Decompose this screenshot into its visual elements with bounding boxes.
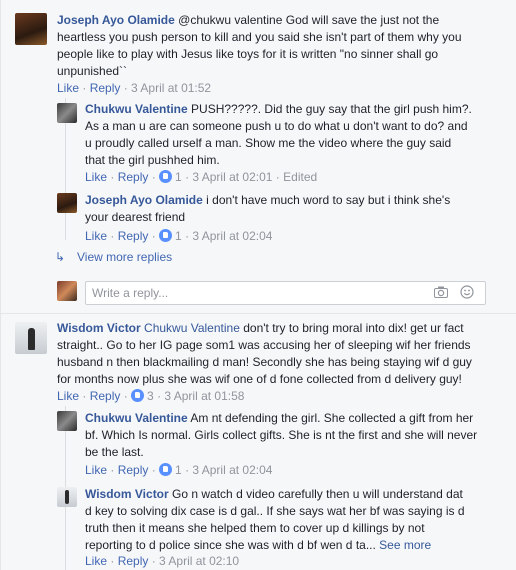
reply-author[interactable]: Joseph Ayo Olamide (85, 193, 203, 207)
reply-link[interactable]: Reply (90, 389, 121, 403)
reply-arrow-icon: ↳ (55, 250, 66, 264)
reaction-count[interactable]: 1 (159, 170, 182, 184)
reaction-number: 1 (175, 463, 182, 477)
avatar[interactable] (15, 13, 47, 45)
reply-line: that the girl pushhed him. (85, 153, 220, 167)
reply-line: reporting to d police since she was with… (85, 538, 376, 552)
reply-input-placeholder: Write a reply... (92, 286, 169, 300)
reply-line: d key to solving dix case is d gal.. If … (85, 504, 465, 518)
reply-line: truth then it means she helped them to c… (85, 521, 425, 535)
timestamp[interactable]: 3 April at 01:58 (164, 389, 244, 403)
reply-line: Go n watch d video carefully then u will… (172, 487, 463, 501)
reaction-count[interactable]: 1 (159, 229, 182, 243)
timestamp[interactable]: 3 April at 01:52 (131, 81, 211, 95)
comment-line: unpunished`` (57, 64, 128, 78)
reaction-number: 3 (147, 389, 154, 403)
reply-author[interactable]: Wisdom Victor (85, 487, 169, 501)
comment-author[interactable]: Joseph Ayo Olamide (57, 13, 175, 27)
comments-panel: Joseph Ayo Olamide @chukwu valentine God… (0, 0, 516, 570)
reply-author[interactable]: Chukwu Valentine (85, 102, 188, 116)
reaction-count[interactable]: 3 (131, 389, 154, 403)
like-link[interactable]: Like (85, 170, 107, 184)
reply-input[interactable]: Write a reply... (85, 281, 486, 305)
avatar[interactable] (57, 411, 77, 431)
reply-line: PUSH?????. Did the guy say that the girl… (191, 102, 472, 116)
avatar[interactable] (57, 487, 77, 507)
like-link[interactable]: Like (85, 463, 107, 477)
reply-actions: Like · Reply · 1 · 3 April at 02:04 (85, 463, 273, 477)
emoji-icon[interactable] (460, 285, 474, 299)
comment-line: people like to play with Jesus like toys… (57, 47, 439, 61)
comment-actions: Like · Reply · 3 April at 01:52 (57, 81, 212, 95)
comment-actions: Like · Reply · 3 · 3 April at 01:58 (57, 389, 245, 403)
reply-line: your dearest friend (85, 210, 186, 224)
reply-line: bf. Which Is normal. Girls collect gifts… (85, 428, 478, 442)
reply-text: Wisdom Victor Go n watch d video careful… (85, 486, 505, 554)
like-reaction-icon (131, 389, 145, 402)
reply-actions: Like · Reply · 1 · 3 April at 02:01 · Ed… (85, 170, 318, 184)
reply-text: Chukwu Valentine Am nt defending the gir… (85, 410, 505, 461)
comment-author[interactable]: Wisdom Victor (57, 321, 141, 335)
reply-actions: Like · Reply · 1 · 3 April at 02:04 (85, 229, 273, 243)
reply-author[interactable]: Chukwu Valentine (85, 411, 188, 425)
reply-link[interactable]: Reply (118, 463, 149, 477)
reply-line: As a man u are can someone push u to do … (85, 119, 468, 133)
like-link[interactable]: Like (85, 554, 107, 568)
avatar[interactable] (57, 193, 77, 213)
reply-line: be the last. (85, 445, 144, 459)
reply-line: u proudly called urself a man. Show me t… (85, 136, 452, 150)
like-reaction-icon (159, 170, 173, 183)
avatar[interactable] (15, 322, 47, 354)
timestamp[interactable]: 3 April at 02:01 (192, 170, 272, 184)
reply-link[interactable]: Reply (118, 170, 149, 184)
timestamp[interactable]: 3 April at 02:04 (192, 463, 272, 477)
avatar[interactable] (57, 103, 77, 123)
comment-line: straight.. Go to her IG page som1 was ac… (57, 338, 471, 352)
comment-line: heartless you push person to kill and yo… (57, 30, 462, 44)
like-link[interactable]: Like (85, 229, 107, 243)
comment-text: Joseph Ayo Olamide @chukwu valentine God… (57, 12, 497, 80)
like-reaction-icon (159, 229, 173, 242)
comment-line: @chukwu valentine God will save the just… (178, 13, 440, 27)
see-more-link[interactable]: See more (379, 538, 431, 552)
reply-text: Joseph Ayo Olamide i don't have much wor… (85, 192, 505, 226)
comment-line: don't try to bring moral into dix! get u… (243, 321, 464, 335)
like-reaction-icon (159, 463, 173, 476)
reaction-number: 1 (175, 170, 182, 184)
view-more-replies-link[interactable]: View more replies (77, 250, 172, 264)
like-link[interactable]: Like (57, 81, 79, 95)
edited-label[interactable]: Edited (283, 170, 317, 184)
reply-text: Chukwu Valentine PUSH?????. Did the guy … (85, 101, 505, 169)
camera-icon[interactable] (434, 286, 448, 298)
avatar (57, 281, 77, 301)
reaction-count[interactable]: 1 (159, 463, 182, 477)
reply-actions: Like · Reply · 3 April at 02:10 (85, 554, 240, 568)
reply-link[interactable]: Reply (118, 554, 149, 568)
timestamp[interactable]: 3 April at 02:10 (159, 554, 239, 568)
like-link[interactable]: Like (57, 389, 79, 403)
reply-link[interactable]: Reply (90, 81, 121, 95)
reply-line: Am nt defending the girl. She collected … (190, 411, 474, 425)
comment-text: Wisdom Victor Chukwu Valentine don't try… (57, 320, 502, 388)
comment-line: for months now plus she was wif one of d… (57, 372, 462, 386)
reply-link[interactable]: Reply (118, 229, 149, 243)
comment-line: husband n then blackmailing d man! Secon… (57, 355, 472, 369)
timestamp[interactable]: 3 April at 02:04 (192, 229, 272, 243)
thread-divider (1, 313, 516, 314)
reaction-number: 1 (175, 229, 182, 243)
reply-line: i don't have much word to say but i thin… (206, 193, 451, 207)
mention-link[interactable]: Chukwu Valentine (144, 321, 240, 335)
